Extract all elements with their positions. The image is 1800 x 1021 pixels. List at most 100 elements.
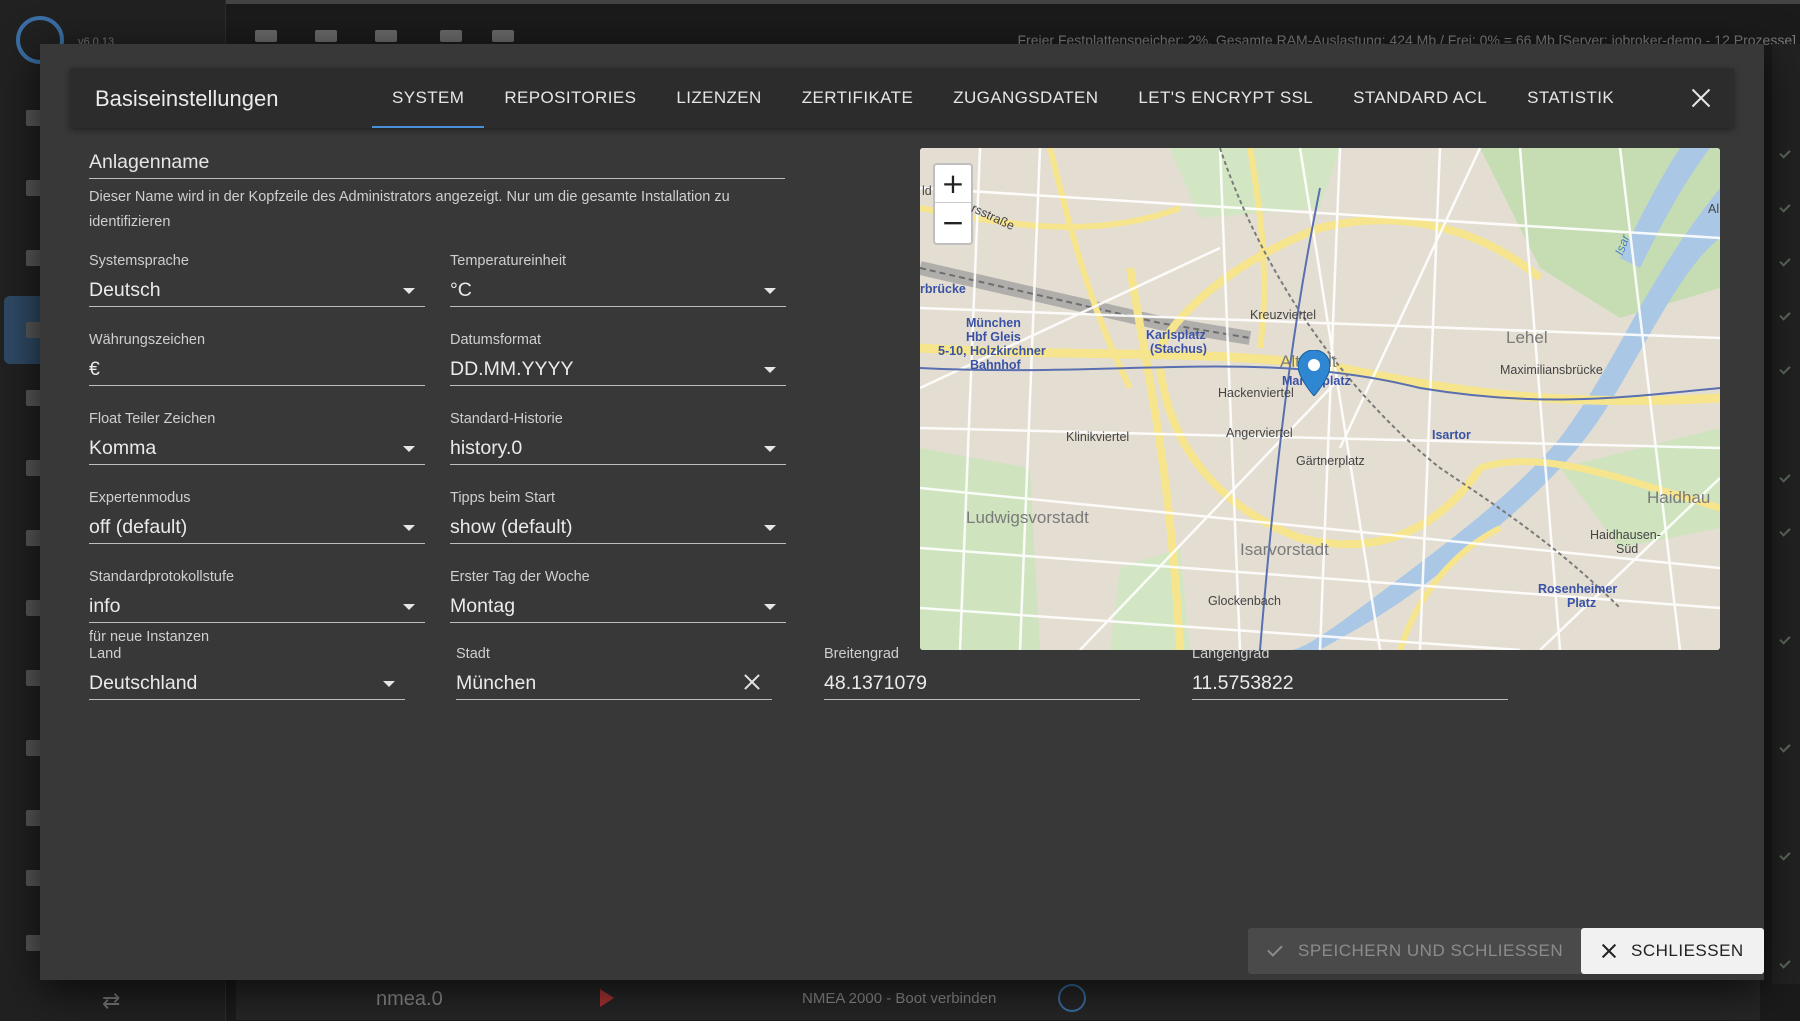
tab-statistics[interactable]: STATISTIK: [1507, 68, 1634, 128]
city-value: München: [456, 672, 537, 694]
system-name-input[interactable]: Anlagenname: [89, 149, 785, 179]
map-label: Karlsplatz: [1146, 328, 1206, 342]
temperature-unit-label: Temperatureinheit: [450, 253, 567, 269]
first-day-value: Montag: [450, 595, 516, 617]
save-and-close-button[interactable]: SPEICHERN UND SCHLIESSEN: [1248, 928, 1584, 974]
default-history-value: history.0: [450, 437, 523, 459]
longitude-field: Längengrad 11.5753822: [1192, 646, 1508, 700]
city-input[interactable]: München: [456, 670, 772, 700]
list-icon: [315, 30, 337, 42]
instance-name: nmea.0: [376, 988, 443, 1010]
close-button[interactable]: SCHLIESSEN: [1581, 928, 1764, 974]
tips-on-start-value: show (default): [450, 516, 573, 538]
city-field: Stadt München: [456, 646, 772, 700]
settings-tabs: SYSTEM REPOSITORIES LIZENZEN ZERTIFIKATE…: [372, 68, 1634, 128]
log-level-field: Standardprotokollstufe info für neue Ins…: [89, 569, 425, 645]
tips-on-start-label: Tipps beim Start: [450, 490, 556, 506]
map-label: Süd: [1616, 542, 1639, 556]
expert-mode-select[interactable]: off (default): [89, 514, 425, 544]
system-name-field: Anlagenname Dieser Name wird in der Kopf…: [89, 149, 785, 235]
first-day-field: Erster Tag der Woche Montag: [450, 569, 786, 623]
chevron-down-icon: [764, 604, 776, 610]
map-label: Hbf Gleis: [966, 330, 1021, 344]
country-select[interactable]: Deutschland: [89, 670, 405, 700]
default-history-select[interactable]: history.0: [450, 435, 786, 465]
close-icon: [1601, 943, 1617, 959]
clear-icon[interactable]: [742, 672, 762, 694]
map-label: Haidhau: [1647, 488, 1711, 507]
country-value: Deutschland: [89, 672, 198, 694]
save-and-close-label: SPEICHERN UND SCHLIESSEN: [1298, 941, 1564, 960]
status-column: [1772, 44, 1800, 984]
check-icon: [1267, 941, 1283, 957]
float-separator-field: Float Teiler Zeichen Komma: [89, 411, 425, 465]
log-level-select[interactable]: info: [89, 593, 425, 623]
system-language-select[interactable]: Deutsch: [89, 277, 425, 307]
system-language-label: Systemsprache: [89, 253, 189, 269]
map-marker-icon[interactable]: [1298, 350, 1330, 396]
play-icon: [440, 30, 462, 42]
chevron-down-icon: [403, 288, 415, 294]
map-label: Rosenheimer: [1538, 582, 1618, 596]
log-level-label: Standardprotokollstufe: [89, 569, 235, 585]
tab-repositories[interactable]: REPOSITORIES: [484, 68, 656, 128]
map-label: Ludwigsvorstadt: [966, 508, 1089, 527]
zoom-in-button[interactable]: +: [935, 165, 971, 203]
latitude-input[interactable]: 48.1371079: [824, 670, 1140, 700]
system-name-helper: Dieser Name wird in der Kopfzeile des Ad…: [89, 189, 730, 230]
chevron-down-icon: [764, 288, 776, 294]
dialog-header: Basiseinstellungen SYSTEM REPOSITORIES L…: [70, 68, 1734, 128]
currency-input[interactable]: €: [89, 356, 425, 386]
refresh-icon: [375, 30, 397, 42]
base-settings-dialog: Basiseinstellungen SYSTEM REPOSITORIES L…: [40, 44, 1764, 980]
tab-system[interactable]: SYSTEM: [372, 68, 485, 128]
chevron-down-icon: [403, 446, 415, 452]
tab-letsencrypt[interactable]: LET'S ENCRYPT SSL: [1118, 68, 1333, 128]
zoom-out-button[interactable]: −: [935, 203, 971, 241]
map-label: (Stachus): [1150, 342, 1207, 356]
date-format-label: Datumsformat: [450, 332, 542, 348]
float-separator-value: Komma: [89, 437, 157, 459]
chevron-down-icon: [764, 367, 776, 373]
float-separator-select[interactable]: Komma: [89, 435, 425, 465]
map-label: Hackenviertel: [1218, 386, 1294, 400]
temperature-unit-select[interactable]: °C: [450, 277, 786, 307]
latitude-field: Breitengrad 48.1371079: [824, 646, 1140, 700]
country-field: Land Deutschland: [89, 646, 405, 700]
location-map[interactable]: + − ld rsstraße rbrücke München Hbf Glei…: [920, 148, 1720, 650]
map-label: Bahnhof: [970, 358, 1021, 372]
map-label: rbrücke: [920, 282, 966, 296]
map-label: Glockenbach: [1208, 594, 1281, 608]
list-view-icon: [255, 30, 277, 42]
chevron-down-icon: [383, 681, 395, 687]
instance-description: NMEA 2000 - Boot verbinden: [802, 990, 997, 1007]
currency-field: Währungszeichen €: [89, 332, 425, 386]
tips-on-start-field: Tipps beim Start show (default): [450, 490, 786, 544]
map-label: Al: [1708, 202, 1720, 216]
map-tiles: [920, 148, 1720, 650]
first-day-label: Erster Tag der Woche: [450, 569, 590, 585]
tips-on-start-select[interactable]: show (default): [450, 514, 786, 544]
filter-icon: [492, 30, 514, 42]
map-label: Kreuzviertel: [1250, 308, 1316, 322]
tab-default-acl[interactable]: STANDARD ACL: [1333, 68, 1507, 128]
tab-licenses[interactable]: LIZENZEN: [656, 68, 781, 128]
country-label: Land: [89, 646, 122, 662]
date-format-value: DD.MM.YYYY: [450, 358, 574, 380]
tab-credentials[interactable]: ZUGANGSDATEN: [933, 68, 1118, 128]
map-label: Isarvorstadt: [1240, 540, 1329, 559]
close-icon[interactable]: [1686, 83, 1716, 113]
chevron-down-icon: [764, 446, 776, 452]
map-zoom-control: + −: [933, 163, 973, 245]
tab-certificates[interactable]: ZERTIFIKATE: [782, 68, 933, 128]
map-label: Maximiliansbrücke: [1500, 363, 1603, 377]
info-icon: [1058, 984, 1086, 1012]
currency-label: Währungszeichen: [89, 332, 206, 348]
close-label: SCHLIESSEN: [1631, 941, 1744, 960]
float-separator-label: Float Teiler Zeichen: [89, 411, 216, 427]
chevron-down-icon: [403, 525, 415, 531]
date-format-select[interactable]: DD.MM.YYYY: [450, 356, 786, 386]
first-day-select[interactable]: Montag: [450, 593, 786, 623]
longitude-input[interactable]: 11.5753822: [1192, 670, 1508, 700]
system-language-value: Deutsch: [89, 279, 161, 301]
